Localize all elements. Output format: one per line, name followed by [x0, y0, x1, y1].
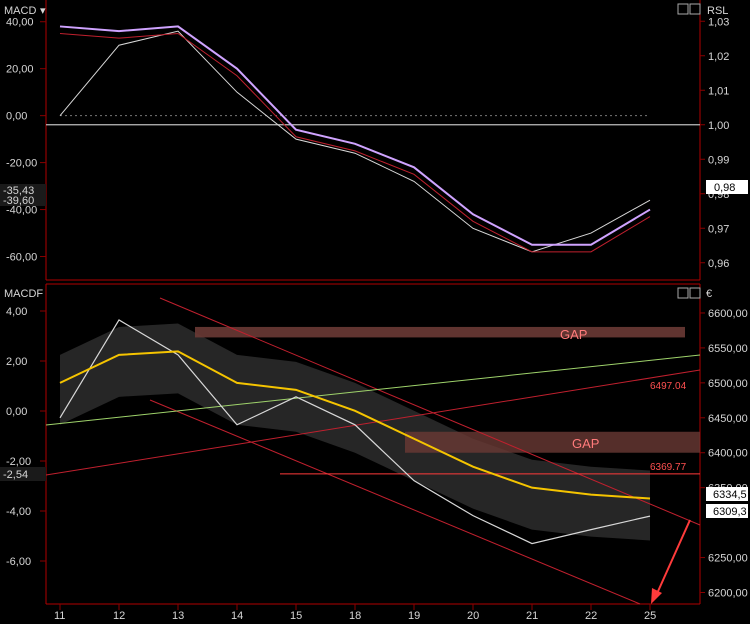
macdf-tick-label: -6,00: [6, 556, 31, 568]
rsl-tick-label: 0,96: [708, 258, 729, 270]
x-tick-label: 18: [349, 610, 361, 622]
gap-box-lower: [405, 431, 700, 453]
rsl-tick-label: 1,01: [708, 85, 729, 97]
macd-title: MACD: [4, 5, 36, 17]
macd-tick-label: -20,00: [6, 158, 37, 170]
price-value-label-1: 6334,5: [713, 489, 747, 501]
price-tick-label: 6250,00: [708, 553, 748, 565]
rsl-value-label: 0,98: [714, 182, 735, 194]
rsl-tick-label: 0,97: [708, 223, 729, 235]
macd-panel: MACD ▾ RSL 40,0020,000,00-20,00-40,00-60…: [0, 0, 750, 284]
price-tick-label: 6200,00: [708, 588, 748, 600]
x-tick-label: 19: [408, 610, 420, 622]
gap-box-upper: [195, 326, 685, 338]
macdf-value-label: -2,54: [3, 469, 28, 481]
price-tick-label: 6400,00: [708, 448, 748, 460]
x-tick-label: 25: [644, 610, 656, 622]
macd-menu-icon[interactable]: ▾: [40, 5, 46, 17]
x-tick-label: 20: [467, 610, 479, 622]
level-label-lower: 6369.77: [650, 462, 687, 473]
x-tick-label: 14: [231, 610, 243, 622]
x-tick-label: 11: [54, 610, 65, 622]
macd-tick-label: 20,00: [6, 64, 34, 76]
gap-label-upper: GAP: [560, 327, 587, 342]
gap-label-lower: GAP: [572, 436, 599, 451]
macd-tick-label: -60,00: [6, 252, 37, 264]
currency-title: €: [706, 288, 712, 300]
price-value-label-2: 6309,3: [713, 506, 747, 518]
x-tick-label: 12: [113, 610, 125, 622]
macdf-tick-label: 4,00: [6, 306, 27, 318]
macd-panel-background: [0, 0, 750, 284]
x-tick-label: 21: [526, 610, 538, 622]
macd-tick-label: 0,00: [6, 111, 27, 123]
x-tick-label: 15: [290, 610, 302, 622]
price-tick-label: 6450,00: [708, 413, 748, 425]
x-tick-label: 13: [172, 610, 184, 622]
macdf-tick-label: 0,00: [6, 406, 27, 418]
macd-tick-label: 40,00: [6, 17, 34, 29]
rsl-tick-label: 1,00: [708, 120, 729, 132]
chart-canvas: MACD ▾ RSL 40,0020,000,00-20,00-40,00-60…: [0, 0, 750, 624]
price-tick-label: 6500,00: [708, 378, 748, 390]
macdf-right-ticks: 6600,006550,006500,006450,006400,006350,…: [700, 308, 748, 600]
level-label-upper: 6497.04: [650, 381, 687, 392]
macdf-title: MACDF: [4, 288, 43, 300]
rsl-tick-label: 1,03: [708, 16, 729, 28]
price-tick-label: 6600,00: [708, 308, 748, 320]
macd-value-label-2: -39,60: [3, 195, 34, 207]
price-tick-label: 6550,00: [708, 343, 748, 355]
rsl-title: RSL: [707, 5, 728, 17]
rsl-tick-label: 0,99: [708, 154, 729, 166]
macdf-tick-label: 2,00: [6, 356, 27, 368]
rsl-tick-label: 1,02: [708, 51, 729, 63]
macdf-panel: MACDF € GAP GAP 6497.04 6369.77 4,00 2,00 0,0…: [0, 283, 750, 624]
macdf-tick-label: -4,00: [6, 506, 31, 518]
x-tick-label: 22: [585, 610, 597, 622]
macdf-tick-label: -2,00: [6, 456, 31, 468]
